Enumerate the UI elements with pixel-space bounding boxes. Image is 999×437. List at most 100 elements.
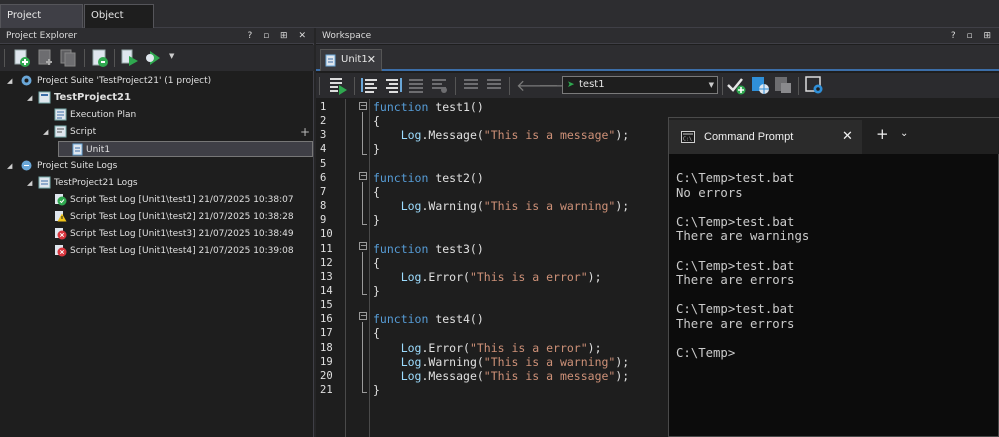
panel-header-controls[interactable]: ? ▫ ⊞ ✕ (247, 28, 310, 44)
code-string: "This is a warning" (483, 199, 616, 214)
code-text: ); (615, 354, 630, 369)
command-prompt-tab[interactable]: C:\ Command Prompt ✕ (669, 120, 862, 154)
code-object: Log (400, 340, 422, 355)
tree-item-label: Project Suite Logs (37, 161, 118, 171)
toolbar-separator (798, 77, 799, 95)
collapse-arrow-icon[interactable]: ◢ (43, 124, 51, 140)
run-project-icon[interactable] (120, 48, 140, 68)
new-tab-button[interactable]: + (876, 125, 889, 143)
line-number: 10 (320, 228, 333, 241)
code-text: .Message( (421, 128, 484, 143)
add-existing-item-icon[interactable] (36, 48, 56, 68)
line-number: 18 (320, 341, 333, 354)
tree-item-execution-plan[interactable]: Execution Plan (0, 107, 313, 123)
fold-toggle-icon[interactable]: − (359, 172, 367, 180)
routine-select[interactable]: ➤ test1 ▼ (562, 76, 718, 94)
close-tab-icon[interactable]: ✕ (367, 50, 376, 70)
code-text: test3() (428, 241, 484, 256)
code-keyword: function (373, 312, 429, 327)
web-checkpoint-icon[interactable] (750, 75, 770, 95)
project-suite-logs-icon (21, 160, 32, 171)
project-explorer-panel: Project Explorer ? ▫ ⊞ ✕ ▼ ◢ Project Sui… (0, 28, 314, 437)
collapse-arrow-icon[interactable]: ◢ (27, 90, 35, 106)
code-text: test4() (428, 312, 484, 327)
tree-item-script[interactable]: ◢ Script + (0, 124, 313, 140)
line-number: 12 (320, 256, 333, 269)
panel-title: Workspace (322, 31, 372, 41)
collapse-arrow-icon[interactable]: ◢ (27, 175, 35, 191)
code-line: { (373, 256, 380, 270)
tree-item-project-logs[interactable]: ◢ TestProject21 Logs (0, 175, 313, 191)
tree-item-test-log[interactable]: Script Test Log [Unit1\test4] 21/07/2025… (0, 243, 313, 259)
workspace-header: Workspace ? ▫ ⊞ (316, 28, 999, 44)
run-dropdown-icon[interactable]: ▼ (169, 52, 174, 60)
code-line: Log.Message("This is a message"); (373, 368, 630, 383)
toolbar-separator (455, 77, 456, 95)
bookmark-next-icon[interactable] (484, 75, 504, 95)
log-error-icon (55, 245, 67, 257)
collapse-arrow-icon[interactable]: ◢ (7, 158, 15, 174)
console-line: C:\Temp>test.bat (676, 258, 795, 273)
tree-item-label: Script Test Log [Unit1\test4] 21/07/2025… (70, 246, 294, 256)
unit-file-icon (72, 143, 83, 156)
tab-object-browser[interactable]: Object Browser (84, 4, 154, 43)
fold-toggle-icon[interactable]: − (359, 102, 367, 110)
console-line: There are errors (676, 317, 795, 331)
add-new-item-icon[interactable] (12, 48, 32, 68)
settings-icon[interactable] (804, 75, 824, 95)
bookmark-icon[interactable] (461, 75, 481, 95)
fold-guide (362, 154, 367, 155)
code-text: { (373, 114, 380, 129)
fold-toggle-icon[interactable]: − (359, 312, 367, 320)
project-properties-icon[interactable] (90, 48, 110, 68)
tree-item-test-log[interactable]: Script Test Log [Unit1\test2] 21/07/2025… (0, 209, 313, 225)
line-number: 6 (320, 171, 327, 184)
tree-item-project-suite-logs[interactable]: ◢ Project Suite Logs (0, 158, 313, 174)
run-routine-icon[interactable] (328, 75, 348, 95)
tree-item-project[interactable]: ◢ TestProject21 (0, 90, 313, 106)
line-number: 17 (320, 327, 333, 340)
code-line: Log.Message("This is a message"); (373, 128, 630, 143)
tab-project-workspace[interactable]: Project Workspace (0, 4, 83, 43)
align-left-icon[interactable] (360, 75, 380, 95)
code-text: ); (615, 199, 630, 214)
tree-item-label: TestProject21 Logs (54, 178, 138, 188)
code-keyword: function (373, 241, 429, 256)
fold-toggle-icon[interactable]: − (359, 242, 367, 250)
code-text: .Error( (421, 269, 470, 284)
tree-item-label: Unit1 (86, 145, 111, 155)
tree-item-test-log[interactable]: Script Test Log [Unit1\test1] 21/07/2025… (0, 192, 313, 208)
code-text: ); (615, 368, 630, 383)
comment-icon[interactable] (406, 75, 426, 95)
run-suite-icon[interactable] (144, 48, 164, 68)
collapse-arrow-icon[interactable]: ◢ (7, 73, 15, 89)
chevron-down-icon[interactable]: ⌄ (900, 128, 908, 139)
code-line: Log.Error("This is a error"); (373, 270, 602, 284)
code-text: } (373, 283, 380, 298)
object-checkpoint-icon[interactable] (773, 75, 793, 95)
command-prompt-window[interactable]: C:\ Command Prompt ✕ + ⌄ C:\Temp>test.ba… (668, 117, 999, 437)
line-number: 1 (320, 101, 327, 113)
console-line: C:\Temp> (676, 346, 736, 361)
command-prompt-titlebar: C:\ Command Prompt ✕ + ⌄ (669, 118, 999, 154)
code-keyword: function (373, 170, 429, 185)
project-logs-icon (38, 176, 51, 189)
tab-unit1[interactable]: Unit1 ✕ (320, 49, 382, 71)
panel-header-controls[interactable]: ? ▫ ⊞ (951, 28, 995, 44)
align-right-icon[interactable] (383, 75, 403, 95)
code-line: Log.Warning("This is a warning"); (373, 199, 630, 214)
uncomment-icon[interactable] (429, 75, 449, 95)
tree-item-unit1[interactable]: Unit1 (58, 141, 313, 157)
checkpoint-icon[interactable] (726, 75, 746, 95)
tree-item-project-suite[interactable]: ◢ Project Suite 'TestProject21' (1 proje… (0, 73, 313, 89)
svg-text:C:\: C:\ (683, 137, 692, 143)
code-text: } (373, 213, 380, 228)
console-line: C:\Temp>test.bat (676, 302, 795, 317)
close-icon[interactable]: ✕ (842, 129, 853, 144)
add-script-button[interactable]: + (300, 124, 310, 140)
code-text: ); (587, 340, 602, 355)
copy-item-icon[interactable] (58, 48, 78, 68)
tree-item-test-log[interactable]: Script Test Log [Unit1\test3] 21/07/2025… (0, 226, 313, 242)
